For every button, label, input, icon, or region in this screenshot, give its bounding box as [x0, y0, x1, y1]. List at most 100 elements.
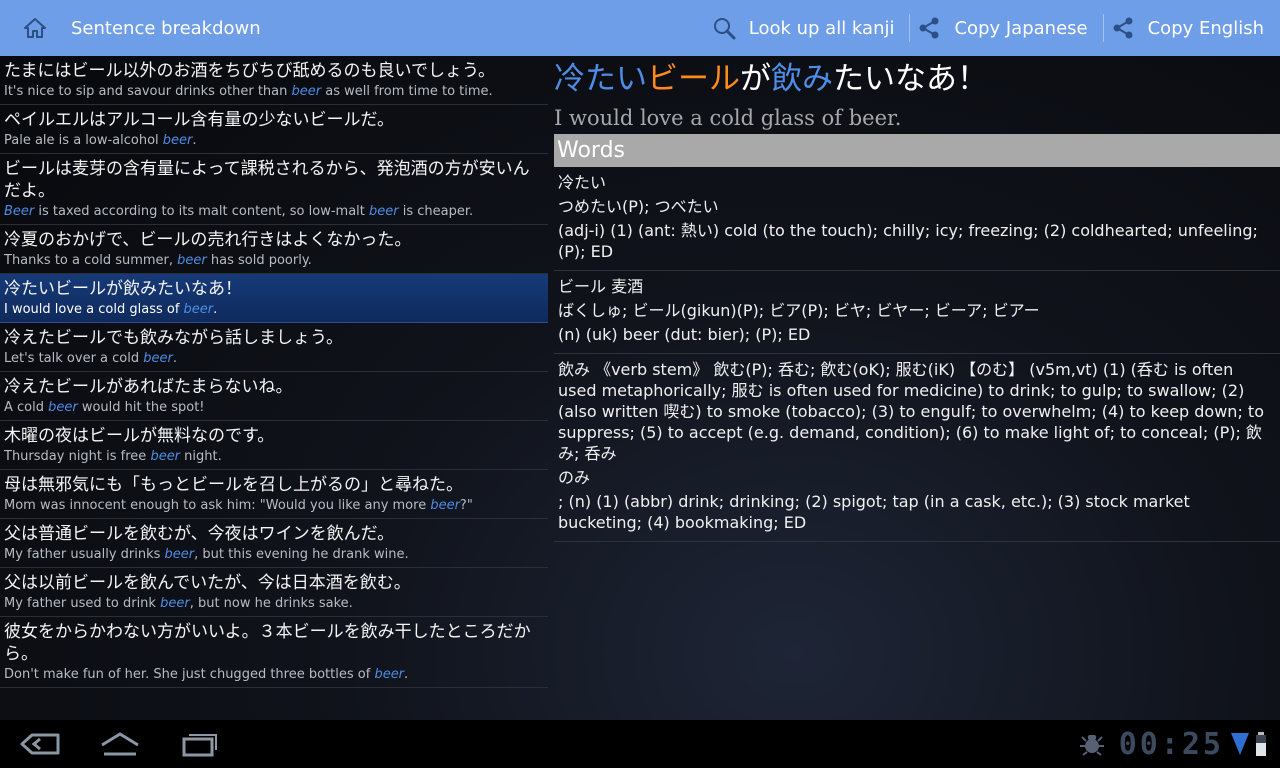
sentence-list-item[interactable]: ペイルエルはアルコール含有量の少ないビールだ。 Pale ale is a low… [0, 105, 548, 154]
back-icon [20, 733, 60, 755]
sentence-english: Pale ale is a low-alcohol beer. [4, 131, 544, 150]
highlighted-word: beer [48, 400, 78, 415]
battery-icon [1256, 732, 1266, 756]
page-title: Sentence breakdown [71, 17, 261, 39]
word-entry[interactable]: 飲み 《verb stem》 飲む(P); 呑む; 飮む(oK); 服む(iK)… [554, 354, 1280, 542]
sentence-english-text: Pale ale is a low-alcohol [4, 133, 163, 148]
sentence-english-text: is taxed according to its malt content, … [34, 204, 369, 219]
word-entry-line: (adj-i) (1) (ant: 熱い) cold (to the touch… [558, 221, 1258, 261]
sentence-japanese: 父は以前ビールを飲んでいたが、今は日本酒を飲む。 [4, 573, 411, 593]
word-entry-line: ; (n) (1) (abbr) drink; drinking; (2) sp… [558, 492, 1190, 532]
sentence-list-item[interactable]: 冷夏のおかげで、ビールの売れ行きはよくなかった。 Thanks to a cold… [0, 225, 548, 274]
share-icon [914, 13, 944, 43]
sentence-japanese: 木曜の夜はビールが無料なのです。 [4, 426, 275, 446]
sentence-list-item[interactable]: 彼女をからかわない方がいいよ。３本ビールを飲み干したところだから。 Don't m… [0, 617, 548, 688]
sentence-english-text: would hit the spot! [77, 400, 205, 415]
sentence-english-text: A cold [4, 400, 49, 415]
word-entry[interactable]: 冷たいつめたい(P); つべたい (adj-i) (1) (ant: 熱い) co… [554, 167, 1280, 271]
copy-english-button[interactable]: Copy English [1102, 0, 1280, 56]
sentence-list-item[interactable]: ビールは麦芽の含有量によって課税されるから、発泡酒の方が安いんだよ。 Beer i… [0, 154, 548, 225]
sentence-japanese: 父は普通ビールを飲むが、今夜はワインを飲んだ。 [4, 524, 395, 544]
selected-sentence-translation: I would love a cold glass of beer. [554, 106, 902, 130]
action-bar: Sentence breakdown Look up all kanji Cop… [0, 0, 1280, 56]
sentence-japanese: 冷えたビールがあればたまらないね。 [4, 377, 293, 397]
sentence-english: Mom was innocent enough to ask him: "Wou… [4, 496, 544, 515]
home-nav-button[interactable] [80, 720, 160, 768]
word-entry[interactable]: ビール 麦酒ばくしゅ; ビール(gikun)(P); ビア(P); ビヤ; ビヤ… [554, 271, 1280, 354]
copy-japanese-button[interactable]: Copy Japanese [909, 0, 1103, 56]
sentence-segment: たいなあ！ [833, 61, 988, 97]
home-up-button[interactable] [0, 0, 70, 56]
sentence-list-item[interactable]: 冷たいビールが飲みたいなあ！ I would love a cold glass … [0, 274, 548, 323]
sentence-english-text: is cheaper. [398, 204, 474, 219]
usb-debug-icon [1079, 735, 1104, 756]
highlighted-word: beer [143, 351, 173, 366]
highlighted-word: beer [164, 547, 195, 562]
sentence-japanese: 冷たいビールが飲みたいなあ！ [4, 279, 242, 299]
home-icon [24, 18, 46, 38]
home-icon [101, 732, 139, 756]
word-entry-line: 飲み 《verb stem》 飲む(P); 呑む; 飮む(oK); 服む(iK)… [558, 360, 1264, 463]
sentence-list: たまにはビール以外のお酒をちびちび舐めるのも良いでしょう。 It's nice t… [0, 56, 548, 720]
sentence-english: Thursday night is free beer night. [4, 447, 544, 466]
sentence-list-item[interactable]: たまにはビール以外のお酒をちびちび舐めるのも良いでしょう。 It's nice t… [0, 56, 548, 105]
recent-apps-button[interactable] [160, 720, 240, 768]
sentence-japanese: 冷夏のおかげで、ビールの売れ行きはよくなかった。 [4, 230, 412, 250]
word-entry-line: つめたい(P); つべたい [558, 197, 719, 216]
highlighted-word: beer [291, 84, 322, 99]
word-entry-line: 冷たい [558, 173, 607, 192]
sentence-segment: 冷たい [554, 61, 647, 97]
sentence-english-text: Thanks to a cold summer, [4, 253, 178, 268]
sentence-english-text: I would love a cold glass of [4, 302, 184, 317]
sentence-english-text: . [404, 667, 409, 682]
sentence-english: My father usually drinks beer, but this … [4, 545, 544, 564]
sentence-list-item[interactable]: 父は普通ビールを飲むが、今夜はワインを飲んだ。 My father usually… [0, 519, 548, 568]
selected-sentence-japanese: 冷たいビールが飲みたいなあ！ [554, 57, 1280, 101]
highlighted-word: beer [160, 596, 190, 611]
sentence-english-text: Mom was innocent enough to ask him: "Wou… [4, 498, 431, 513]
copy-english-label: Copy English [1147, 17, 1264, 39]
sentence-english-text: , but this evening he drank wine. [194, 547, 409, 562]
sentence-english-text: Let's talk over a cold [4, 351, 144, 366]
sentence-english-text: . [213, 302, 218, 317]
word-entry-line: のみ [558, 468, 591, 487]
sentence-english: A cold beer would hit the spot! [4, 398, 544, 417]
sentence-english-text: , but now he drinks sake. [189, 596, 353, 611]
wifi-signal-icon [1231, 733, 1249, 755]
sentence-english: My father used to drink beer, but now he… [4, 594, 544, 613]
sentence-segment: ビール [647, 61, 740, 97]
sentence-list-item[interactable]: 母は無邪気にも「もっとビールを召し上がるの」と尋ねた。 Mom was innoc… [0, 470, 548, 519]
sentence-english-text: It's nice to sip and savour drinks other… [4, 84, 292, 99]
sentence-japanese: 冷えたビールでも飲みながら話しましょう。 [4, 328, 343, 348]
look-up-all-kanji-button[interactable]: Look up all kanji [705, 0, 911, 56]
sentence-segment: 飲み [771, 61, 833, 97]
sentence-english-text: . [192, 133, 197, 148]
back-button[interactable] [0, 720, 80, 768]
copy-japanese-label: Copy Japanese [954, 17, 1088, 39]
highlighted-word: beer [162, 133, 193, 148]
highlighted-word: beer [183, 302, 214, 317]
status-area[interactable]: 00:25 [1079, 727, 1280, 762]
sentence-english: Beer is taxed according to its malt cont… [4, 202, 544, 221]
highlighted-word: Beer [4, 204, 35, 219]
word-entry-line: ばくしゅ; ビール(gikun)(P); ビア(P); ビヤ; ビヤー; ビーア… [558, 301, 1040, 320]
sentence-english-text: has sold poorly. [206, 253, 312, 268]
share-icon [1108, 13, 1138, 43]
highlighted-word: beer [150, 449, 181, 464]
sentence-list-item[interactable]: 冷えたビールでも飲みながら話しましょう。 Let's talk over a co… [0, 323, 548, 372]
sentence-japanese: たまにはビール以外のお酒をちびちび舐めるのも良いでしょう。 [4, 61, 495, 81]
sentence-list-item[interactable]: 冷えたビールがあればたまらないね。 A cold beer would hit t… [0, 372, 548, 421]
word-entry-line: ビール 麦酒 [558, 277, 644, 296]
system-bar: 00:25 [0, 720, 1280, 768]
sentence-english-text: as well from time to time. [321, 84, 493, 99]
sentence-english: Don't make fun of her. She just chugged … [4, 665, 544, 684]
sentence-english: Let's talk over a cold beer. [4, 349, 544, 368]
sentence-japanese: ペイルエルはアルコール含有量の少ないビールだ。 [4, 110, 394, 130]
sentence-list-item[interactable]: 父は以前ビールを飲んでいたが、今は日本酒を飲む。 My father used t… [0, 568, 548, 617]
sentence-japanese: 母は無邪気にも「もっとビールを召し上がるの」と尋ねた。 [4, 475, 463, 495]
words-section-header: Words [554, 134, 1280, 167]
sentence-english-text: Don't make fun of her. She just chugged … [4, 667, 375, 682]
word-entry-line: (n) (uk) beer (dut: bier); (P); ED [558, 325, 811, 344]
clock: 00:25 [1118, 726, 1224, 762]
sentence-list-item[interactable]: 木曜の夜はビールが無料なのです。 Thursday night is free b… [0, 421, 548, 470]
